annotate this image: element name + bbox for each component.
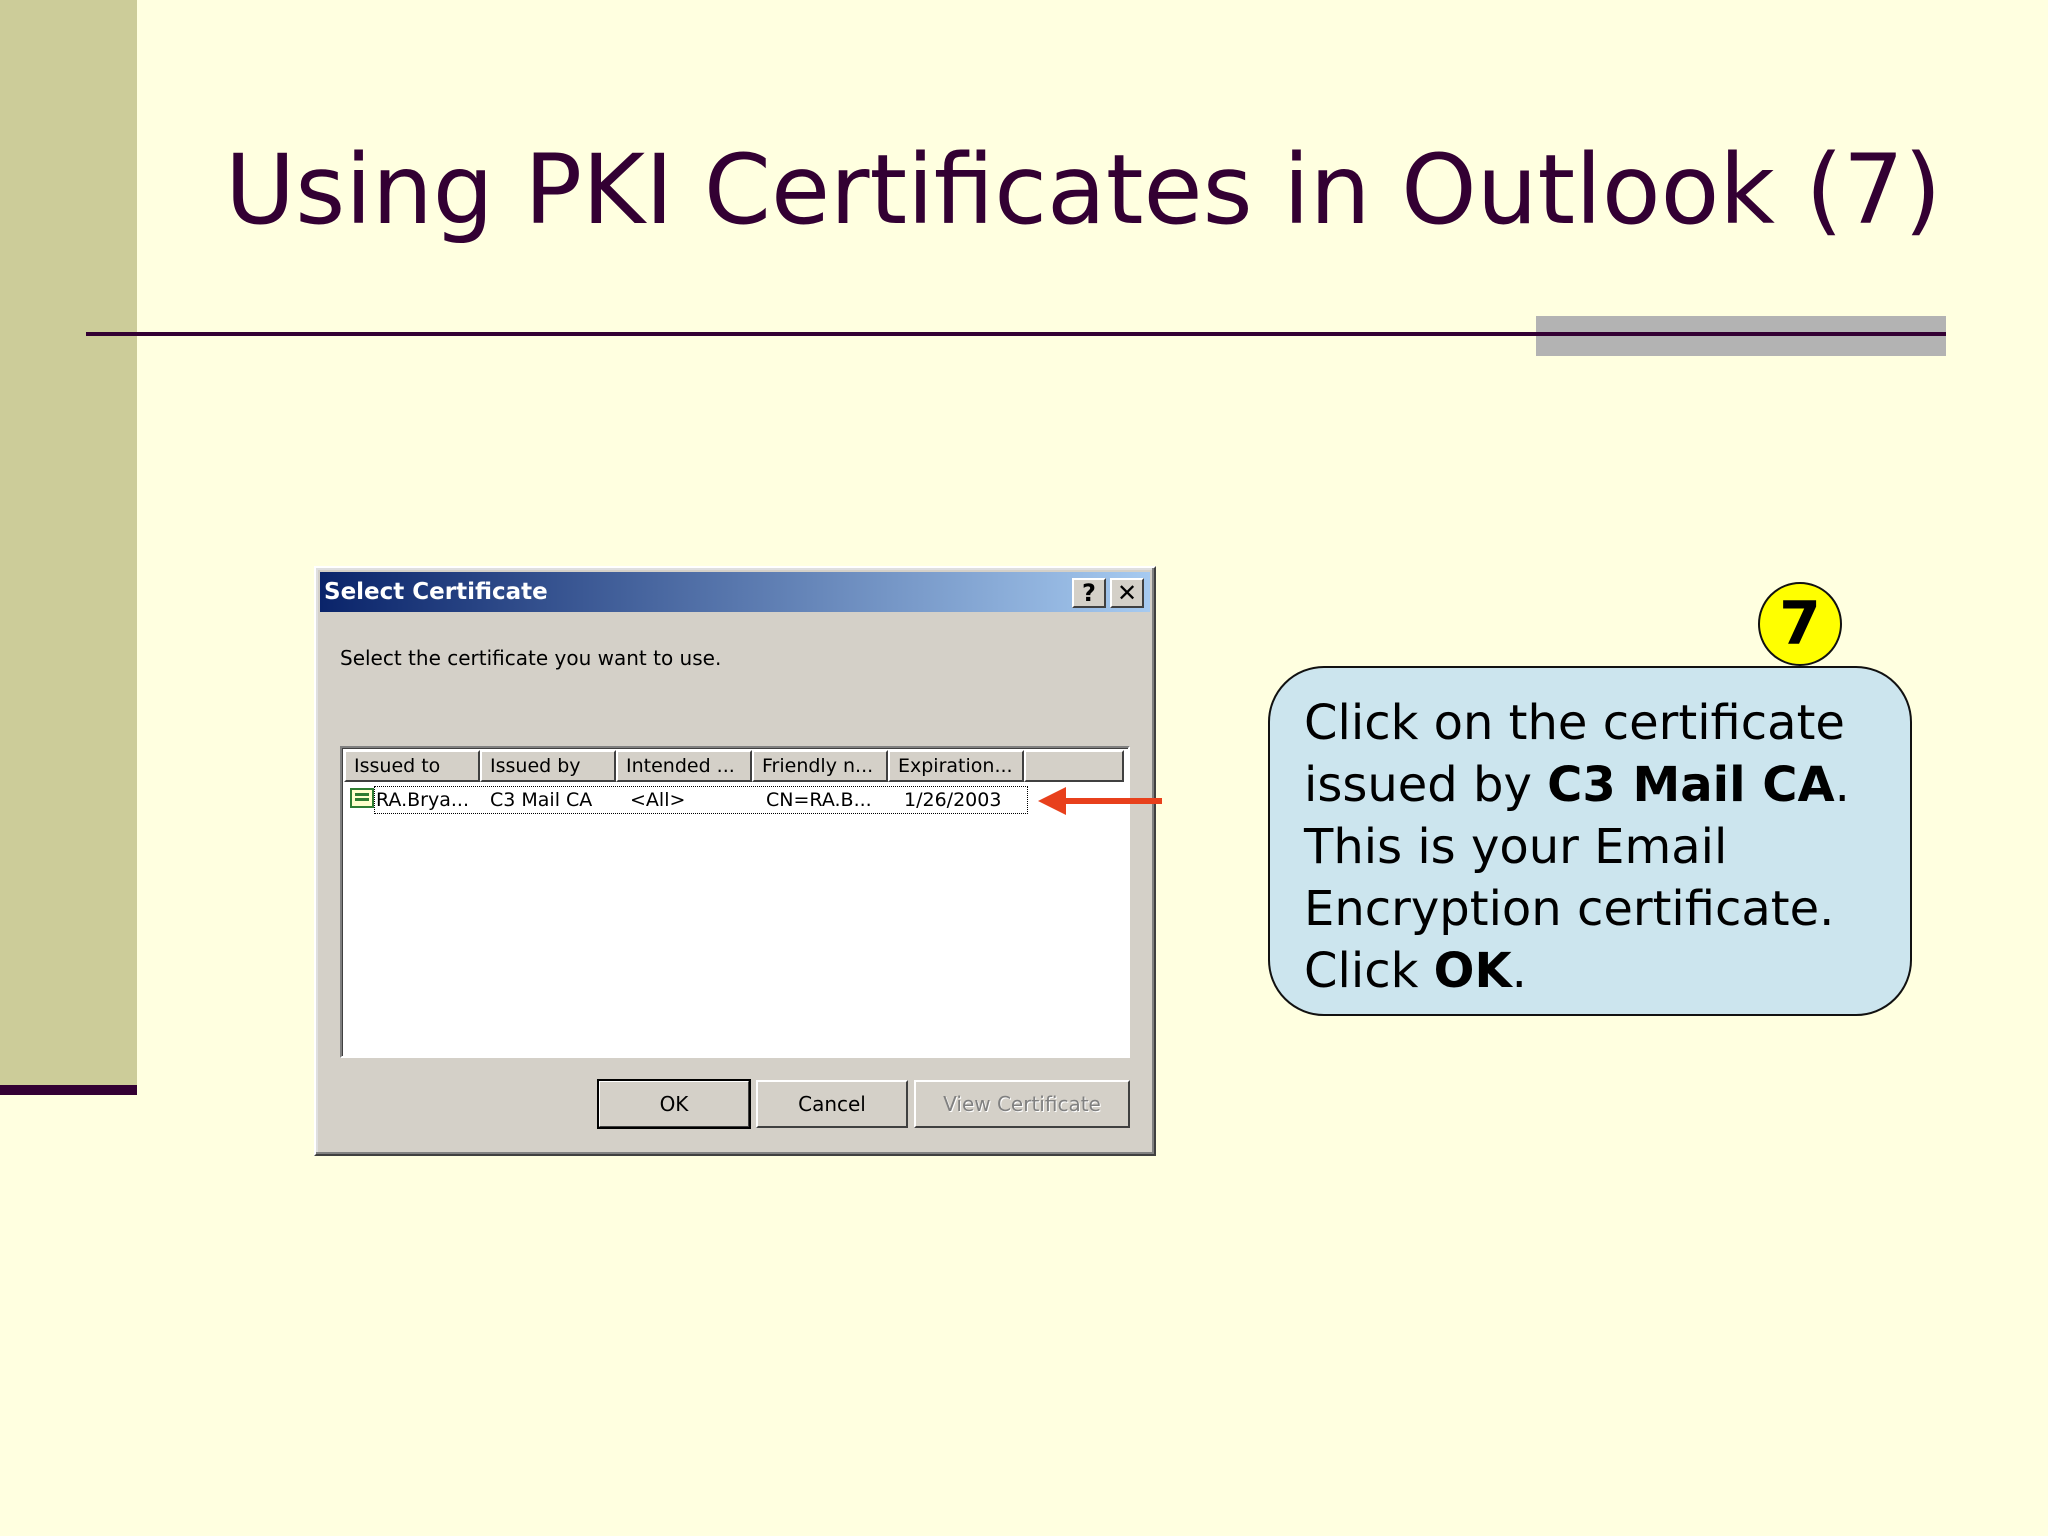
- ok-button[interactable]: OK: [597, 1079, 751, 1129]
- side-bar: [0, 0, 137, 1085]
- cell-friendly-name: CN=RA.B...: [766, 789, 872, 811]
- dialog-instruction: Select the certificate you want to use.: [340, 646, 722, 670]
- column-friendly-name[interactable]: Friendly n...: [752, 750, 888, 782]
- cell-issued-by: C3 Mail CA: [490, 789, 593, 811]
- help-button[interactable]: ?: [1072, 578, 1106, 608]
- table-row[interactable]: RA.Brya... C3 Mail CA <All> CN=RA.B... 1…: [346, 784, 1030, 816]
- title-rule-shade: [1536, 316, 1946, 356]
- column-intended-purposes[interactable]: Intended ...: [616, 750, 752, 782]
- callout-bold-issuer: C3 Mail CA: [1547, 757, 1835, 813]
- column-expiration[interactable]: Expiration...: [888, 750, 1024, 782]
- cell-intended: <All>: [630, 789, 686, 811]
- dialog-titlebar[interactable]: Select Certificate ? ✕: [320, 572, 1150, 612]
- slide-title: Using PKI Certificates in Outlook (7): [225, 134, 1942, 246]
- instruction-callout: Click on the certificate issued by C3 Ma…: [1268, 666, 1912, 1016]
- list-header: Issued to Issued by Intended ... Friendl…: [344, 750, 1124, 782]
- column-issued-by[interactable]: Issued by: [480, 750, 616, 782]
- view-certificate-button[interactable]: View Certificate: [914, 1080, 1130, 1128]
- cancel-button[interactable]: Cancel: [756, 1080, 908, 1128]
- cell-expiration: 1/26/2003: [904, 789, 1002, 811]
- title-rule-accent: [1536, 332, 1946, 336]
- certificate-icon: [350, 788, 374, 808]
- column-issued-to[interactable]: Issued to: [344, 750, 480, 782]
- cell-issued-to: RA.Brya...: [376, 789, 469, 811]
- dialog-title: Select Certificate: [324, 579, 548, 605]
- step-badge: 7: [1758, 582, 1842, 666]
- side-bar-accent: [0, 1085, 137, 1095]
- close-button[interactable]: ✕: [1110, 578, 1144, 608]
- left-arrow-icon: [1038, 787, 1162, 815]
- callout-bold-ok: OK: [1433, 943, 1512, 999]
- certificate-list[interactable]: Issued to Issued by Intended ... Friendl…: [340, 746, 1130, 1058]
- select-certificate-dialog: Select Certificate ? ✕ Select the certif…: [314, 566, 1156, 1156]
- column-filler: [1024, 750, 1124, 782]
- callout-text-3: .: [1511, 943, 1527, 999]
